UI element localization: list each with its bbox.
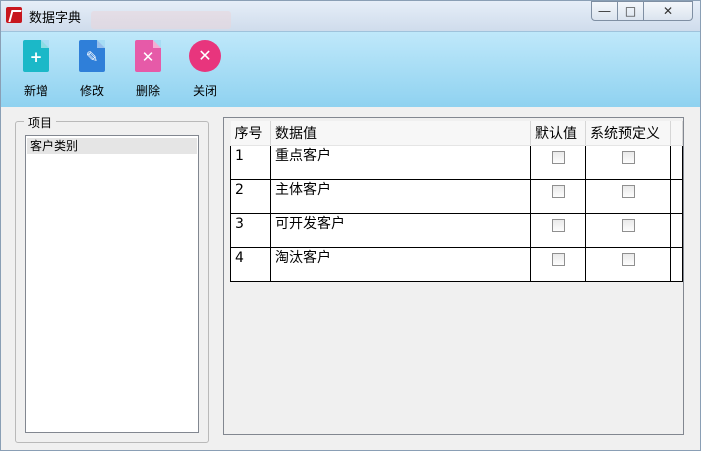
- add-document-icon: +: [23, 40, 49, 72]
- cell-predefined: [585, 213, 671, 248]
- cell-default: [530, 213, 586, 248]
- cell-predefined: [585, 247, 671, 282]
- window-title: 数据字典: [29, 11, 82, 26]
- cell-index[interactable]: 3: [230, 213, 271, 248]
- column-header-predefined[interactable]: 系统预定义: [585, 121, 671, 146]
- app-window: 数据字典 ― □ ✕ + 新增 ✎ 修改 ✕ 删除 ✕ 关闭 项目 客户类别 序…: [0, 0, 701, 451]
- delete-document-icon: ✕: [135, 40, 161, 72]
- predefined-checkbox[interactable]: [621, 219, 635, 232]
- cell-filler: [670, 145, 683, 180]
- data-grid: 序号 数据值 默认值 系统预定义 1 重点客户 2 主体客户 3 可开发客户 4…: [223, 117, 684, 435]
- cell-index[interactable]: 2: [230, 179, 271, 214]
- column-header-default[interactable]: 默认值: [530, 121, 586, 146]
- edit-label: 修改: [79, 84, 104, 98]
- cell-predefined: [585, 179, 671, 214]
- cell-default: [530, 145, 586, 180]
- toolbar: + 新增 ✎ 修改 ✕ 删除 ✕ 关闭: [1, 31, 700, 108]
- grid-header-row: 序号 数据值 默认值 系统预定义: [230, 121, 683, 146]
- predefined-checkbox[interactable]: [621, 151, 635, 164]
- background-tab-ghost: [91, 11, 231, 29]
- predefined-checkbox[interactable]: [621, 253, 635, 266]
- column-header-index[interactable]: 序号: [230, 121, 271, 146]
- close-label: 关闭: [192, 84, 217, 98]
- table-row[interactable]: 2 主体客户: [230, 179, 683, 214]
- app-logo-icon: [6, 7, 22, 23]
- cell-value[interactable]: 淘汰客户: [270, 247, 531, 282]
- add-label: 新增: [23, 84, 48, 98]
- title-bar: 数据字典 ― □ ✕: [1, 1, 700, 31]
- edit-document-icon: ✎: [79, 40, 105, 72]
- cell-default: [530, 247, 586, 282]
- cell-value[interactable]: 重点客户: [270, 145, 531, 180]
- cell-filler: [670, 179, 683, 214]
- table-row[interactable]: 1 重点客户: [230, 145, 683, 180]
- cell-value[interactable]: 主体客户: [270, 179, 531, 214]
- cell-index[interactable]: 1: [230, 145, 271, 180]
- items-group-legend: 项目: [24, 114, 57, 131]
- close-window-button[interactable]: ✕: [643, 1, 693, 21]
- default-checkbox[interactable]: [551, 219, 565, 232]
- items-listbox[interactable]: 客户类别: [25, 135, 199, 433]
- table-row[interactable]: 4 淘汰客户: [230, 247, 683, 282]
- edit-button[interactable]: ✎ 修改: [72, 40, 112, 99]
- default-checkbox[interactable]: [551, 151, 565, 164]
- delete-label: 删除: [135, 84, 160, 98]
- cell-filler: [670, 213, 683, 248]
- delete-button[interactable]: ✕ 删除: [128, 40, 168, 99]
- table-row[interactable]: 3 可开发客户: [230, 213, 683, 248]
- minimize-button[interactable]: ―: [591, 1, 618, 21]
- predefined-checkbox[interactable]: [621, 185, 635, 198]
- default-checkbox[interactable]: [551, 253, 565, 266]
- list-item-customer-category[interactable]: 客户类别: [27, 138, 197, 154]
- column-header-value[interactable]: 数据值: [270, 121, 531, 146]
- items-group: 项目 客户类别: [15, 114, 209, 443]
- content-panel: 项目 客户类别 序号 数据值 默认值 系统预定义 1 重点客户 2 主体客户 3…: [1, 107, 700, 450]
- close-circle-icon: ✕: [189, 40, 221, 72]
- cell-value[interactable]: 可开发客户: [270, 213, 531, 248]
- maximize-button[interactable]: □: [617, 1, 644, 21]
- cell-index[interactable]: 4: [230, 247, 271, 282]
- cell-default: [530, 179, 586, 214]
- cell-predefined: [585, 145, 671, 180]
- default-checkbox[interactable]: [551, 185, 565, 198]
- add-button[interactable]: + 新增: [16, 40, 56, 99]
- close-button[interactable]: ✕ 关闭: [185, 40, 225, 99]
- column-header-filler: [670, 121, 683, 146]
- cell-filler: [670, 247, 683, 282]
